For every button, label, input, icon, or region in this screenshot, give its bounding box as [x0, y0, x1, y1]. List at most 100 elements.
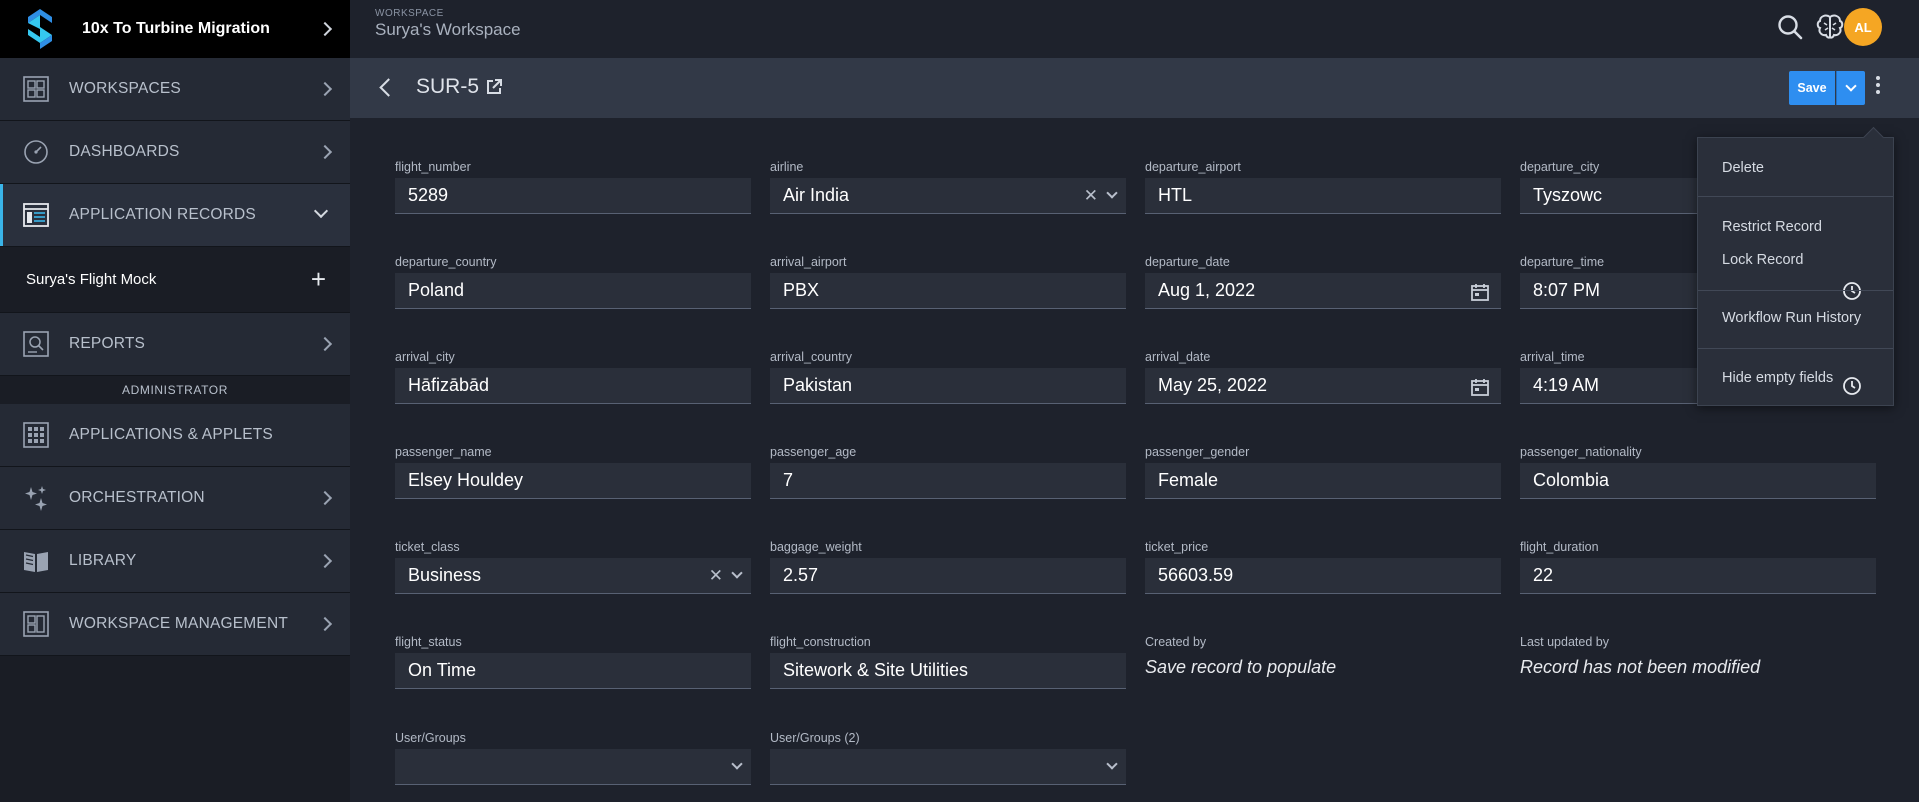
field-flight-number: flight_number 5289 — [395, 160, 751, 214]
sidebar-item-label: ORCHESTRATION — [69, 489, 205, 506]
field-flight-construction: flight_construction Sitework & Site Util… — [770, 635, 1126, 689]
menu-divider — [1698, 196, 1893, 197]
field-arrival-date: arrival_date May 25, 2022 — [1145, 350, 1501, 404]
field-airline: airline Air India ✕ — [770, 160, 1126, 214]
menu-item-workflow-run-history[interactable]: Workflow Run History — [1722, 310, 1861, 326]
sidebar-item-dashboards[interactable]: DASHBOARDS — [0, 121, 350, 184]
back-arrow-icon[interactable] — [379, 78, 398, 97]
airline-select[interactable]: Air India ✕ — [770, 178, 1126, 214]
chevron-right-icon — [317, 144, 333, 160]
ticket-class-value: Business — [408, 565, 482, 585]
arrival-country-input[interactable]: Pakistan — [770, 368, 1126, 404]
sidebar-item-workspace-management[interactable]: WORKSPACE MANAGEMENT — [0, 593, 350, 656]
chevron-down-icon — [313, 203, 329, 219]
sidebar-item-application-records[interactable]: APPLICATION RECORDS — [0, 184, 350, 247]
passenger-gender-input[interactable]: Female — [1145, 463, 1501, 499]
clear-icon[interactable]: ✕ — [709, 566, 723, 586]
chevron-right-icon — [317, 553, 333, 569]
arrival-city-input[interactable]: Hāfizābād — [395, 368, 751, 404]
search-icon[interactable] — [1773, 10, 1807, 44]
record-header: SUR-5 — [350, 58, 1919, 118]
clock-icon — [1843, 377, 1861, 395]
menu-item-delete[interactable]: Delete — [1722, 160, 1764, 176]
field-passenger-gender: passenger_gender Female — [1145, 445, 1501, 499]
chevron-down-icon[interactable] — [731, 567, 743, 579]
save-options-button[interactable] — [1836, 71, 1865, 105]
records-icon — [22, 201, 50, 229]
calendar-icon[interactable] — [1470, 377, 1490, 397]
field-arrival-city: arrival_city Hāfizābād — [395, 350, 751, 404]
menu-item-hide-empty-fields[interactable]: Hide empty fields — [1722, 370, 1833, 386]
chevron-right-icon — [317, 21, 333, 37]
menu-item-lock-record[interactable]: Lock Record — [1722, 252, 1803, 268]
chevron-right-icon — [317, 336, 333, 352]
workspace-name[interactable]: Surya's Workspace — [375, 20, 521, 40]
chevron-down-icon[interactable] — [1106, 187, 1118, 199]
apps-grid-icon — [22, 421, 50, 449]
top-bar: WORKSPACE Surya's Workspace AL — [350, 0, 1919, 58]
field-label: User/Groups — [395, 731, 466, 745]
field-label: arrival_city — [395, 350, 455, 364]
clear-icon[interactable]: ✕ — [1084, 186, 1098, 206]
field-label: flight_construction — [770, 635, 871, 649]
app-logo-icon — [28, 9, 52, 49]
sidebar-item-applications-applets[interactable]: APPLICATIONS & APPLETS — [0, 404, 350, 467]
flight-status-input[interactable]: On Time — [395, 653, 751, 689]
sidebar-subitem-flight-mock[interactable]: Surya's Flight Mock + — [0, 247, 350, 313]
field-label: ticket_class — [395, 540, 460, 554]
field-arrival-airport: arrival_airport PBX — [770, 255, 1126, 309]
departure-airport-input[interactable]: HTL — [1145, 178, 1501, 214]
menu-item-restrict-record[interactable]: Restrict Record — [1722, 219, 1822, 235]
sidebar-item-library[interactable]: LIBRARY — [0, 530, 350, 593]
field-passenger-age: passenger_age 7 — [770, 445, 1126, 499]
sidebar-item-reports[interactable]: REPORTS — [0, 313, 350, 376]
user-groups-select[interactable] — [395, 749, 751, 785]
field-label: departure_date — [1145, 255, 1230, 269]
passenger-age-input[interactable]: 7 — [770, 463, 1126, 499]
field-label: passenger_age — [770, 445, 857, 459]
arrival-date-value: May 25, 2022 — [1158, 375, 1268, 395]
ticket-class-select[interactable]: Business ✕ — [395, 558, 751, 594]
save-button[interactable]: Save — [1789, 71, 1835, 105]
arrival-date-input[interactable]: May 25, 2022 — [1145, 368, 1501, 404]
field-label: arrival_country — [770, 350, 852, 364]
brain-icon[interactable] — [1813, 10, 1847, 44]
ticket-price-input[interactable]: 56603.59 — [1145, 558, 1501, 594]
avatar[interactable]: AL — [1844, 8, 1882, 46]
record-title: SUR-5 — [416, 75, 480, 98]
sidebar-item-label: DASHBOARDS — [69, 143, 180, 160]
passenger-nationality-input[interactable]: Colombia — [1520, 463, 1876, 499]
arrival-airport-input[interactable]: PBX — [770, 273, 1126, 309]
flight-construction-input[interactable]: Sitework & Site Utilities — [770, 653, 1126, 689]
chevron-down-icon — [1845, 80, 1857, 92]
calendar-icon[interactable] — [1470, 282, 1490, 302]
field-ticket-class: ticket_class Business ✕ — [395, 540, 751, 594]
add-icon[interactable]: + — [311, 266, 326, 292]
field-label: departure_country — [395, 255, 497, 269]
sidebar-item-orchestration[interactable]: ORCHESTRATION — [0, 467, 350, 530]
sidebar-item-label: WORKSPACES — [69, 80, 181, 97]
chevron-down-icon[interactable] — [1106, 758, 1118, 770]
field-last-updated-by: Last updated by Record has not been modi… — [1520, 635, 1876, 678]
field-departure-airport: departure_airport HTL — [1145, 160, 1501, 214]
sparkle-icon — [22, 484, 50, 512]
departure-date-input[interactable]: Aug 1, 2022 — [1145, 273, 1501, 309]
departure-country-input[interactable]: Poland — [395, 273, 751, 309]
sidebar-item-workspaces[interactable]: WORKSPACES — [0, 58, 350, 121]
flight-number-input[interactable]: 5289 — [395, 178, 751, 214]
user-groups-2-select[interactable] — [770, 749, 1126, 785]
field-departure-date: departure_date Aug 1, 2022 — [1145, 255, 1501, 309]
passenger-name-input[interactable]: Elsey Houldey — [395, 463, 751, 499]
field-label: baggage_weight — [770, 540, 862, 554]
record-actions-menu: Delete Restrict Record Lock Record Workf… — [1697, 137, 1894, 406]
chevron-down-icon[interactable] — [731, 758, 743, 770]
field-label: arrival_date — [1145, 350, 1211, 364]
book-icon — [22, 547, 50, 575]
baggage-weight-input[interactable]: 2.57 — [770, 558, 1126, 594]
more-options-icon[interactable] — [1876, 76, 1880, 94]
app-switcher[interactable]: 10x To Turbine Migration — [0, 0, 350, 58]
field-ticket-price: ticket_price 56603.59 — [1145, 540, 1501, 594]
sidebar-item-label: REPORTS — [69, 335, 146, 352]
external-link-icon[interactable] — [485, 78, 503, 101]
flight-duration-input[interactable]: 22 — [1520, 558, 1876, 594]
